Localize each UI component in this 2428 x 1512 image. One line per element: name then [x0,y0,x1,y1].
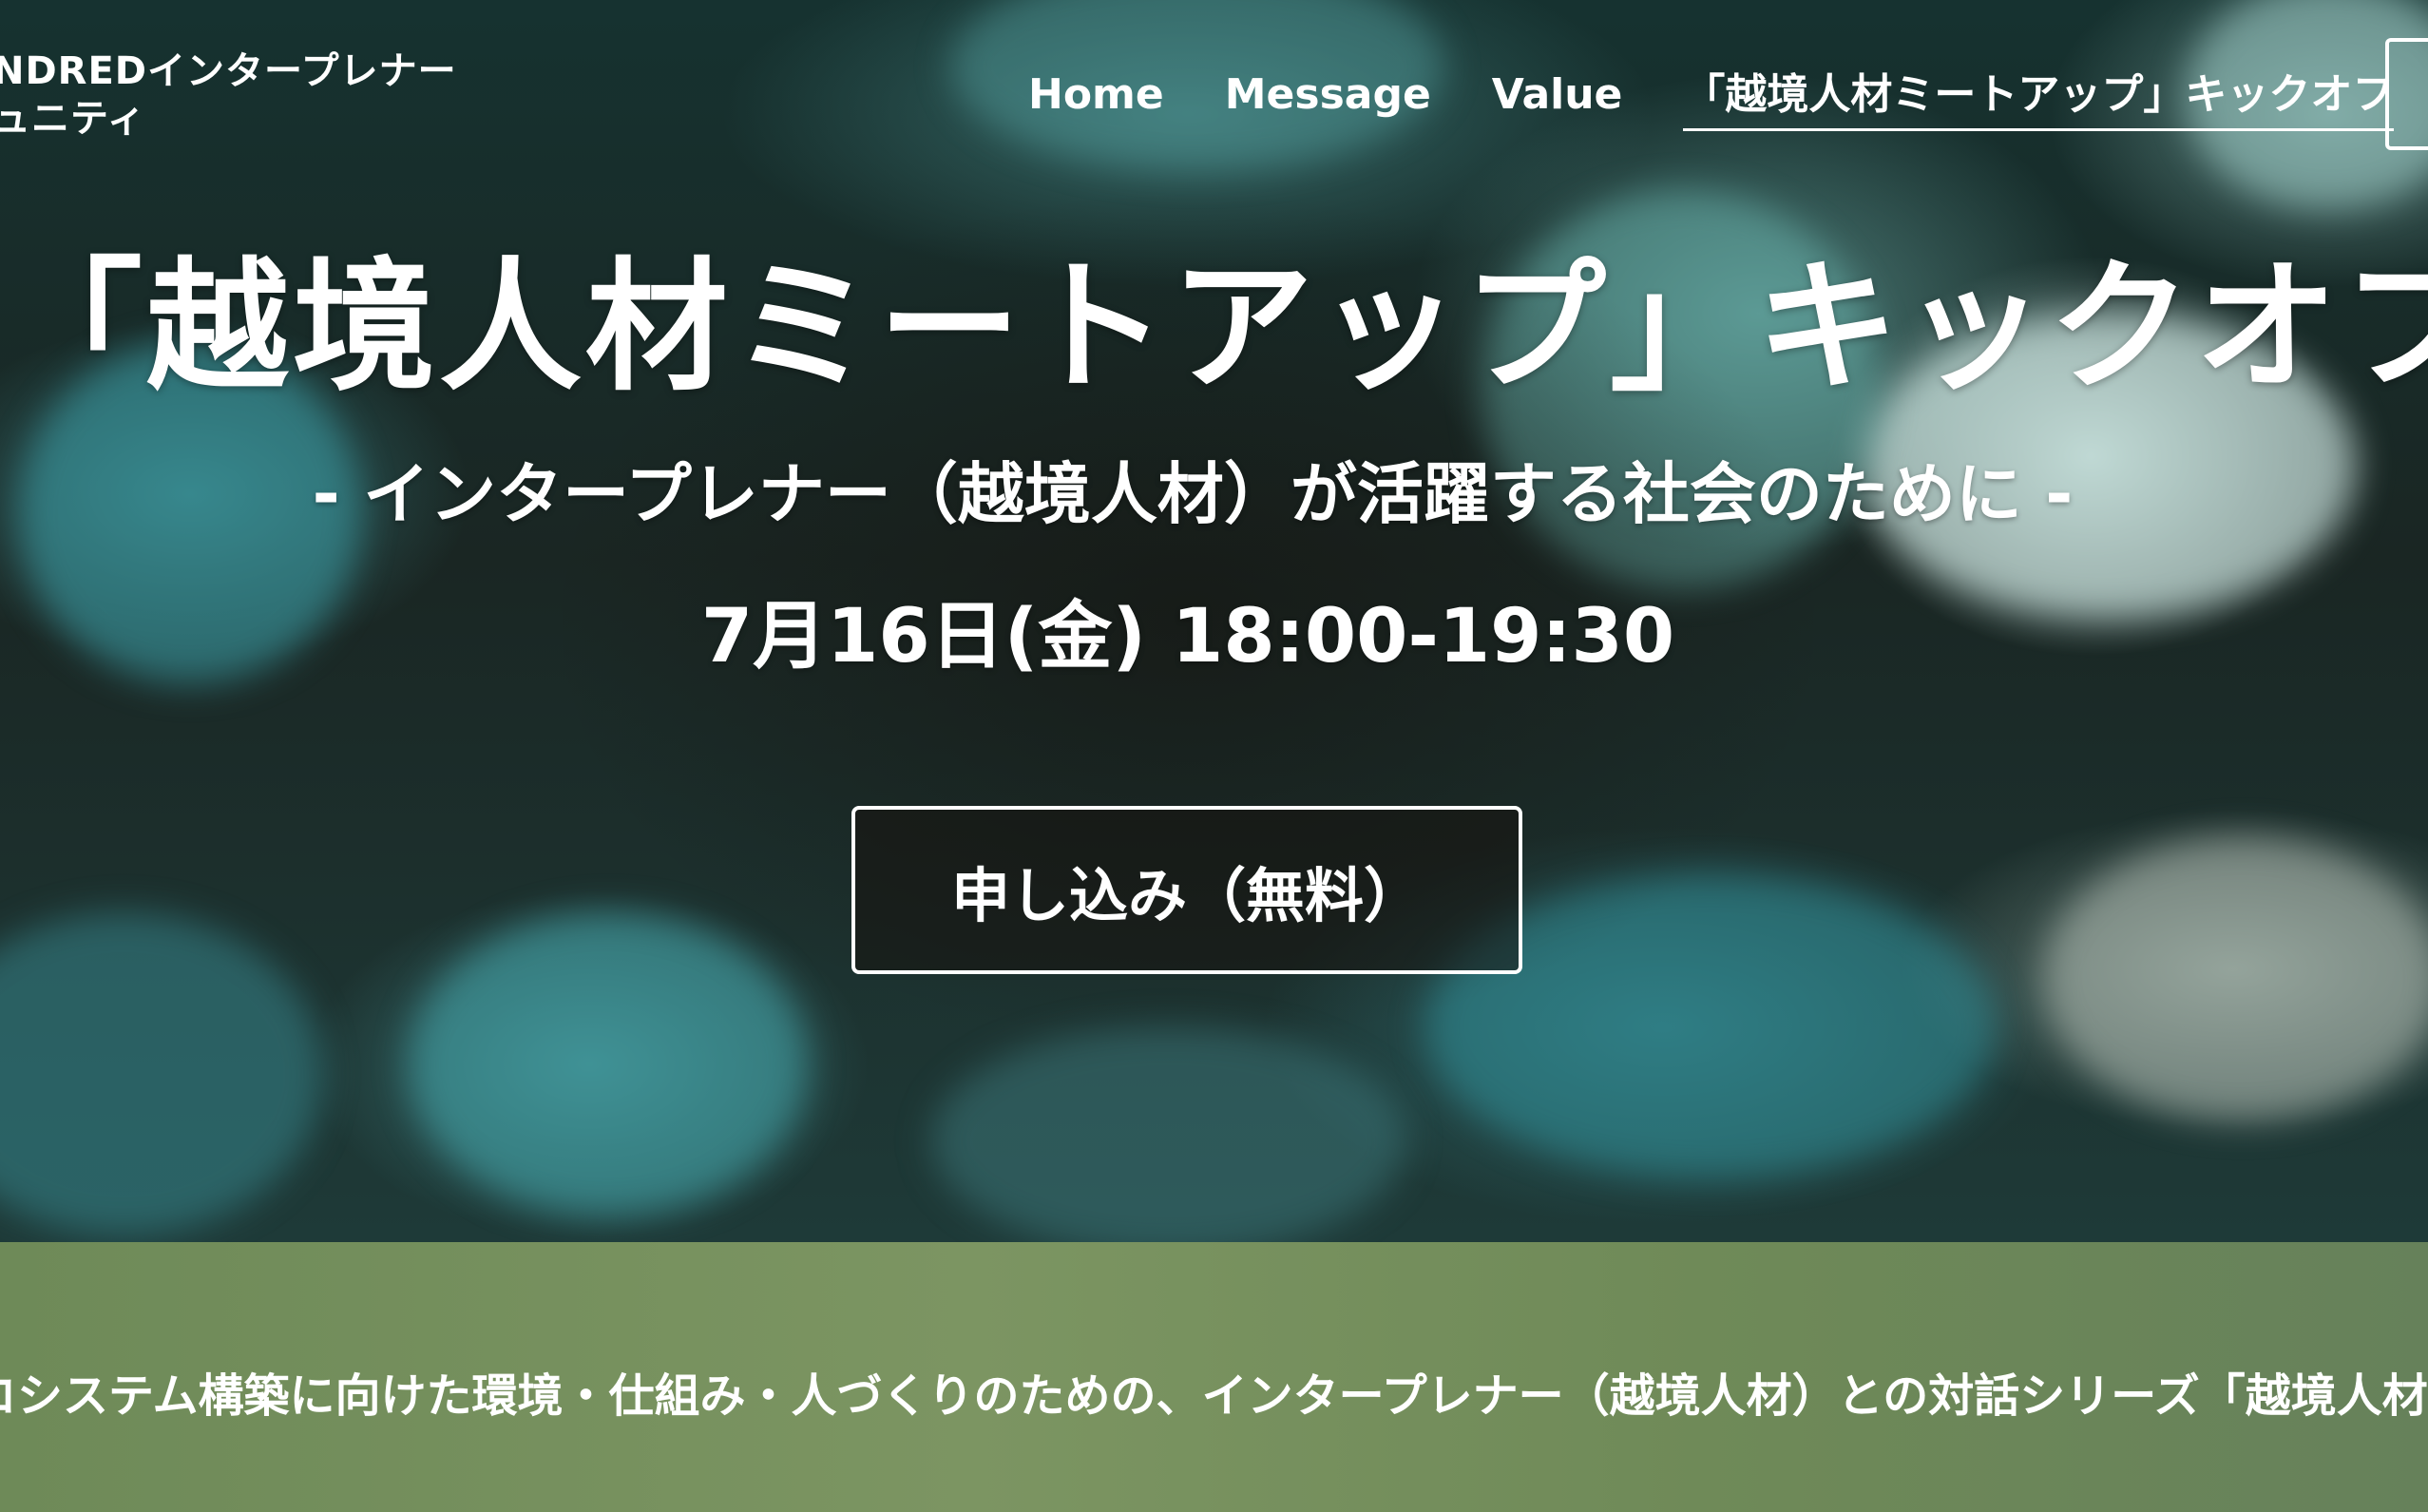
site-logo-line2: ュニティ [0,97,146,141]
intro-text: コシステム構築に向けた環境・仕組み・人づくりのための、インタープレナー（越境人材… [0,1369,2428,1423]
nav-item-home[interactable]: Home [1028,67,1164,124]
hero-title: 「越境人材ミートアップ」キックオフ [0,245,2428,411]
page: NDREDインタープレナー ュニティ Home Message Value 「越… [0,0,2428,1512]
apply-button-label: 申し込み（無料） [950,860,1423,930]
hero-section: NDREDインタープレナー ュニティ Home Message Value 「越… [0,0,2428,1242]
event-date: 7月16日(金) 18:00-19:30 [700,594,1675,679]
nav-item-value[interactable]: Value [1492,67,1623,124]
intro-section: コシステム構築に向けた環境・仕組み・人づくりのための、インタープレナー（越境人材… [0,1242,2428,1512]
site-logo[interactable]: NDREDインタープレナー ュニティ [0,48,457,143]
header-cta-button[interactable] [2385,38,2428,150]
nav-item-message[interactable]: Message [1225,67,1431,124]
nav-item-kickoff[interactable]: 「越境人材ミートアップ」キックオフ [1683,67,2395,131]
hero-subtitle: - インタープレナー（越境人材）が活躍する社会のために - [312,455,2074,533]
apply-button[interactable]: 申し込み（無料） [851,806,1522,974]
site-logo-line1: NDREDインタープレナー [0,49,457,93]
main-nav: Home Message Value 「越境人材ミートアップ」キックオフ [1028,67,2428,131]
